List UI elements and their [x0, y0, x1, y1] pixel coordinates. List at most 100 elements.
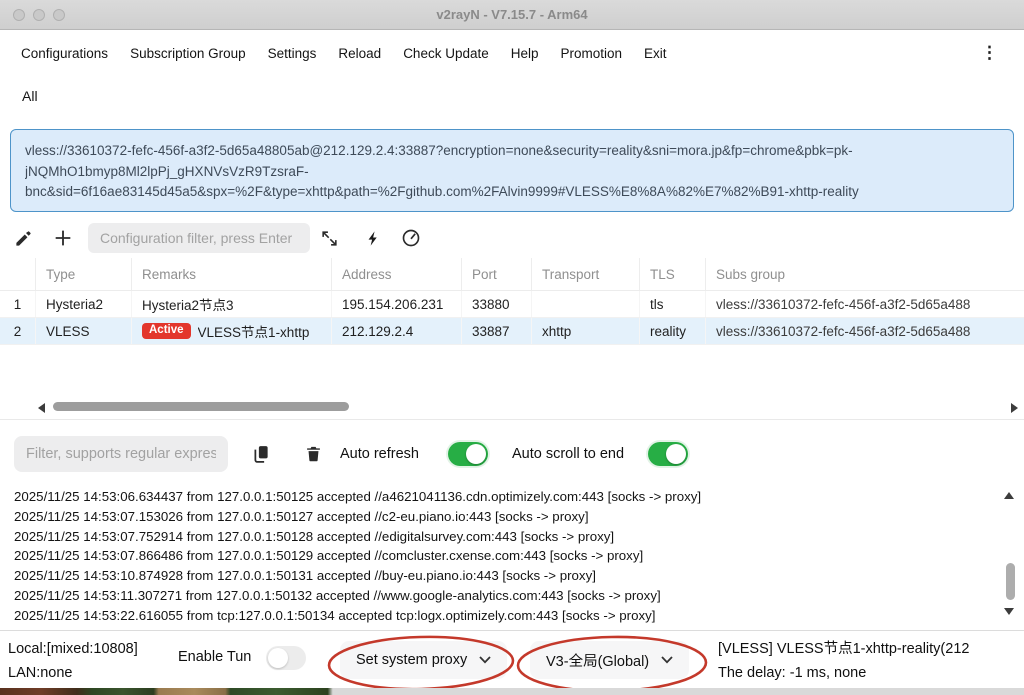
table-row[interactable]: 1 Hysteria2 Hysteria2节点3 195.154.206.231… [0, 291, 1024, 318]
cell-remarks: Active VLESS节点1-xhttp [132, 318, 332, 344]
active-badge: Active [142, 323, 191, 340]
routing-dropdown[interactable]: V3-全局(Global) [530, 641, 689, 679]
add-config-button[interactable] [50, 225, 76, 251]
auto-scroll-label: Auto scroll to end [512, 428, 624, 480]
share-url-box[interactable]: vless://33610372-fefc-456f-a3f2-5d65a488… [10, 129, 1014, 212]
log-line: 2025/11/25 14:53:11.307271 from 127.0.0.… [14, 586, 1024, 606]
auto-refresh-label: Auto refresh [340, 428, 419, 480]
menu-bar: ConfigurationsSubscription GroupSettings… [0, 31, 1024, 75]
menu-item[interactable]: Help [500, 46, 550, 61]
chevron-down-icon [661, 656, 673, 664]
lan-text: LAN:none [8, 661, 138, 685]
cell-type: Hysteria2 [36, 291, 132, 317]
cell-tls: reality [640, 318, 706, 344]
local-port-text: Local:[mixed:10808] [8, 637, 138, 661]
system-proxy-dropdown[interactable]: Set system proxy [340, 641, 507, 679]
cell-tls: tls [640, 291, 706, 317]
node-name-text: [VLESS] VLESS节点1-xhttp-reality(212 [718, 637, 1024, 661]
v2rayn-window: v2rayN - V7.15.7 - Arm64 ConfigurationsS… [0, 0, 1024, 695]
log-line: 2025/11/25 14:53:07.866486 from 127.0.0.… [14, 546, 1024, 566]
remarks-text: VLESS节点1-xhttp [198, 321, 310, 341]
log-filter-input[interactable] [14, 436, 228, 472]
copy-log-button[interactable] [248, 441, 274, 467]
share-url-line: bnc&sid=6f16ae83145d45a5&spx=%2F&type=xh… [25, 182, 999, 203]
column-header[interactable]: Remarks [132, 258, 332, 290]
gauge-icon [401, 228, 421, 248]
scroll-left-arrow-icon[interactable] [38, 403, 45, 413]
cell-type: VLESS [36, 318, 132, 344]
expand-arrows-icon [320, 229, 339, 248]
menu-item[interactable]: Subscription Group [119, 46, 257, 61]
share-url-line: jNQMhO1bmyp8Ml2lpPj_gHXNVsVzR9TzsraF- [25, 162, 999, 183]
scroll-down-arrow-icon[interactable] [1004, 608, 1014, 615]
cell-subs-group: vless://33610372-fefc-456f-a3f2-5d65a488 [706, 318, 1024, 344]
clear-log-button[interactable] [300, 441, 326, 467]
edit-config-button[interactable] [10, 225, 36, 251]
plus-icon [52, 227, 74, 249]
column-header[interactable] [0, 258, 36, 290]
config-filter-input[interactable] [88, 223, 310, 253]
cell-subs-group: vless://33610372-fefc-456f-a3f2-5d65a488 [706, 291, 1024, 317]
scroll-right-arrow-icon[interactable] [1011, 403, 1018, 413]
window-title: v2rayN - V7.15.7 - Arm64 [0, 0, 1024, 29]
auto-refresh-toggle[interactable] [448, 442, 488, 466]
horizontal-scrollbar-thumb[interactable] [53, 402, 349, 411]
menu-item[interactable]: Configurations [10, 46, 119, 61]
tab-all[interactable]: All [22, 88, 38, 104]
enable-tun-toggle[interactable] [266, 646, 306, 670]
routing-value: V3-全局(Global) [546, 650, 649, 671]
cell-transport: xhttp [532, 318, 640, 344]
log-line: 2025/11/25 14:53:22.616055 from tcp:127.… [14, 606, 1024, 626]
scroll-up-arrow-icon[interactable] [1004, 492, 1014, 499]
column-header[interactable]: Type [36, 258, 132, 290]
log-line: 2025/11/25 14:53:07.752914 from 127.0.0.… [14, 527, 1024, 547]
system-proxy-value: Set system proxy [356, 652, 467, 668]
menu-item[interactable]: Settings [257, 46, 328, 61]
cell-transport [532, 291, 640, 317]
log-panel: 2025/11/25 14:53:06.634437 from 127.0.0.… [0, 480, 1024, 628]
latency-test-button[interactable] [398, 225, 424, 251]
table-header: TypeRemarksAddressPortTransportTLSSubs g… [0, 258, 1024, 291]
delay-text: The delay: -1 ms, none [718, 661, 1024, 685]
trash-icon [305, 444, 322, 464]
menu-item[interactable]: Promotion [550, 46, 634, 61]
remarks-text: Hysteria2节点3 [142, 294, 234, 314]
titlebar: v2rayN - V7.15.7 - Arm64 [0, 0, 1024, 30]
cell-address: 195.154.206.231 [332, 291, 462, 317]
log-lines: 2025/11/25 14:53:06.634437 from 127.0.0.… [0, 480, 1024, 626]
log-toolbar: Auto refresh Auto scroll to end [0, 428, 1024, 480]
menu-items: ConfigurationsSubscription GroupSettings… [10, 46, 678, 61]
column-header[interactable]: TLS [640, 258, 706, 290]
cell-address: 212.129.2.4 [332, 318, 462, 344]
divider [0, 419, 1024, 420]
table-row[interactable]: 2 VLESS Active VLESS节点1-xhttp 212.129.2.4… [0, 318, 1024, 345]
column-header[interactable]: Subs group [706, 258, 1024, 290]
copy-icon [251, 443, 272, 465]
share-url-line: vless://33610372-fefc-456f-a3f2-5d65a488… [25, 141, 999, 162]
config-toolbar [0, 220, 1024, 256]
log-line: 2025/11/25 14:53:10.874928 from 127.0.0.… [14, 566, 1024, 586]
enable-tun-label: Enable Tun [178, 649, 251, 665]
horizontal-scrollbar [0, 399, 1024, 417]
menu-item[interactable]: Reload [327, 46, 392, 61]
profiles-table: TypeRemarksAddressPortTransportTLSSubs g… [0, 258, 1024, 345]
speed-test-button[interactable] [360, 225, 386, 251]
desktop-wallpaper-strip [0, 688, 1024, 695]
row-index: 1 [0, 291, 36, 317]
overflow-menu-icon[interactable]: ⋮ [981, 43, 1014, 63]
lightning-icon [365, 229, 382, 248]
column-header[interactable]: Address [332, 258, 462, 290]
log-line: 2025/11/25 14:53:06.634437 from 127.0.0.… [14, 487, 1024, 507]
cell-remarks: Hysteria2节点3 [132, 291, 332, 317]
table-body: 1 Hysteria2 Hysteria2节点3 195.154.206.231… [0, 291, 1024, 345]
active-node-info: [VLESS] VLESS节点1-xhttp-reality(212 The d… [718, 637, 1024, 685]
expand-button[interactable] [316, 225, 342, 251]
vertical-scrollbar-thumb[interactable] [1006, 563, 1015, 600]
column-header[interactable]: Transport [532, 258, 640, 290]
auto-scroll-toggle[interactable] [648, 442, 688, 466]
menu-item[interactable]: Exit [633, 46, 678, 61]
pencil-icon [14, 229, 33, 248]
column-header[interactable]: Port [462, 258, 532, 290]
row-index: 2 [0, 318, 36, 344]
menu-item[interactable]: Check Update [392, 46, 500, 61]
